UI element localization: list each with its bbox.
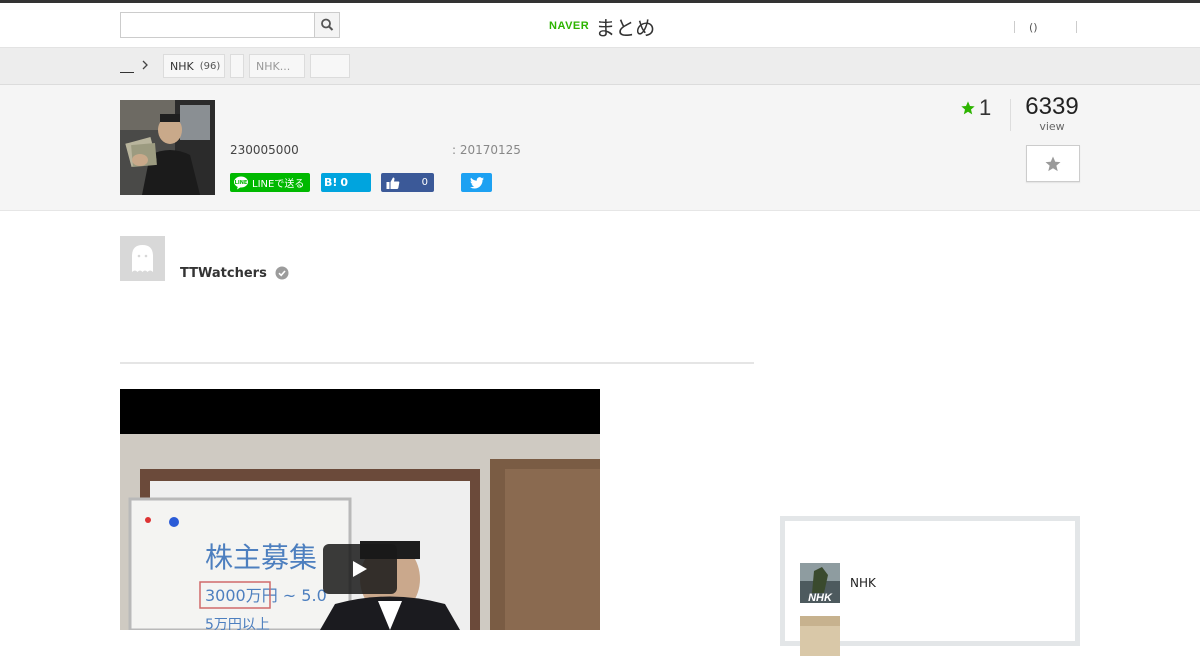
login-link[interactable]: () bbox=[1015, 21, 1048, 34]
view-stats: 6339 view bbox=[1020, 93, 1084, 133]
breadcrumb-home[interactable] bbox=[120, 59, 134, 73]
play-icon bbox=[353, 561, 367, 577]
facebook-like-count: 0 bbox=[421, 177, 428, 188]
svg-text:LINE: LINE bbox=[235, 180, 248, 186]
tag-item[interactable] bbox=[230, 54, 244, 78]
menu-divider bbox=[1075, 21, 1077, 33]
article-date: : 20170125 bbox=[452, 143, 521, 157]
verified-badge-icon bbox=[275, 266, 289, 280]
related-item[interactable] bbox=[800, 616, 1060, 656]
favorite-count-value: 1 bbox=[979, 95, 992, 120]
view-count: 6339 bbox=[1025, 93, 1079, 120]
svg-text:NHK: NHK bbox=[808, 592, 833, 603]
twitter-share-button[interactable] bbox=[461, 173, 492, 192]
author-name[interactable]: TTWatchers bbox=[180, 266, 267, 281]
hatena-icon: B! bbox=[324, 176, 338, 189]
author-avatar[interactable] bbox=[120, 236, 165, 281]
related-item-label: NHK bbox=[850, 576, 876, 590]
article-meta-count: 230005000 bbox=[230, 143, 299, 157]
article-thumbnail-image bbox=[120, 100, 215, 195]
hatena-count: 0 bbox=[340, 176, 349, 189]
article-thumbnail bbox=[120, 100, 215, 195]
related-tags-box: NHK NHK bbox=[780, 516, 1080, 656]
star-icon bbox=[961, 101, 975, 115]
search-box bbox=[120, 12, 340, 38]
user-menu: () bbox=[1014, 19, 1077, 35]
tag-nhk[interactable]: NHK (96) bbox=[163, 54, 225, 78]
view-label: view bbox=[1039, 120, 1065, 133]
add-favorite-button[interactable] bbox=[1026, 145, 1080, 182]
site-logo[interactable]: NAVER まとめ bbox=[549, 12, 655, 40]
svg-text:株主募集: 株主募集 bbox=[205, 541, 317, 574]
chevron-right-icon bbox=[142, 60, 148, 70]
svg-text:3000万円 ~ 5.0: 3000万円 ~ 5.0 bbox=[205, 586, 327, 605]
thumbs-up-icon bbox=[386, 177, 400, 189]
related-item-thumb bbox=[800, 616, 840, 656]
global-header: NAVER まとめ () bbox=[0, 0, 1200, 48]
related-item-image bbox=[800, 616, 840, 656]
default-avatar-icon bbox=[120, 236, 165, 281]
video-player[interactable]: 株主募集 3000万円 ~ 5.0 5万円以上 bbox=[120, 389, 600, 630]
line-share-button[interactable]: LINE LINEで送る bbox=[230, 173, 310, 192]
matome-logo-text: まとめ bbox=[595, 15, 656, 40]
article-header: 230005000 : 20170125 LINE LINEで送る B! 0 0… bbox=[0, 85, 1200, 211]
tag-item[interactable] bbox=[310, 54, 350, 78]
facebook-like-button[interactable]: 0 bbox=[381, 173, 434, 192]
search-icon bbox=[321, 18, 334, 31]
related-item[interactable]: NHK NHK bbox=[800, 563, 1060, 603]
tag-count: (96) bbox=[199, 60, 221, 72]
tag-label: NHK bbox=[170, 59, 194, 73]
search-button[interactable] bbox=[314, 13, 339, 37]
line-share-label: LINEで送る bbox=[252, 179, 305, 190]
twitter-icon bbox=[469, 176, 484, 189]
favorite-count: 1 bbox=[960, 95, 991, 121]
section-divider bbox=[120, 362, 754, 364]
tag-item[interactable]: NHK... bbox=[249, 54, 305, 78]
nhk-logo-image: NHK bbox=[800, 563, 840, 603]
related-item-thumb: NHK bbox=[800, 563, 840, 603]
play-button[interactable] bbox=[323, 544, 397, 594]
tag-label: NHK... bbox=[256, 59, 291, 73]
breadcrumb: NHK (96) NHK... bbox=[0, 48, 1200, 85]
naver-logo-text: NAVER bbox=[549, 20, 590, 32]
stats-divider bbox=[1010, 99, 1011, 131]
star-outline-icon bbox=[1045, 156, 1061, 171]
hatena-bookmark-button[interactable]: B! 0 bbox=[321, 173, 371, 192]
search-input[interactable] bbox=[121, 13, 315, 37]
svg-text:5万円以上: 5万円以上 bbox=[205, 617, 270, 630]
line-icon: LINE bbox=[234, 176, 248, 189]
